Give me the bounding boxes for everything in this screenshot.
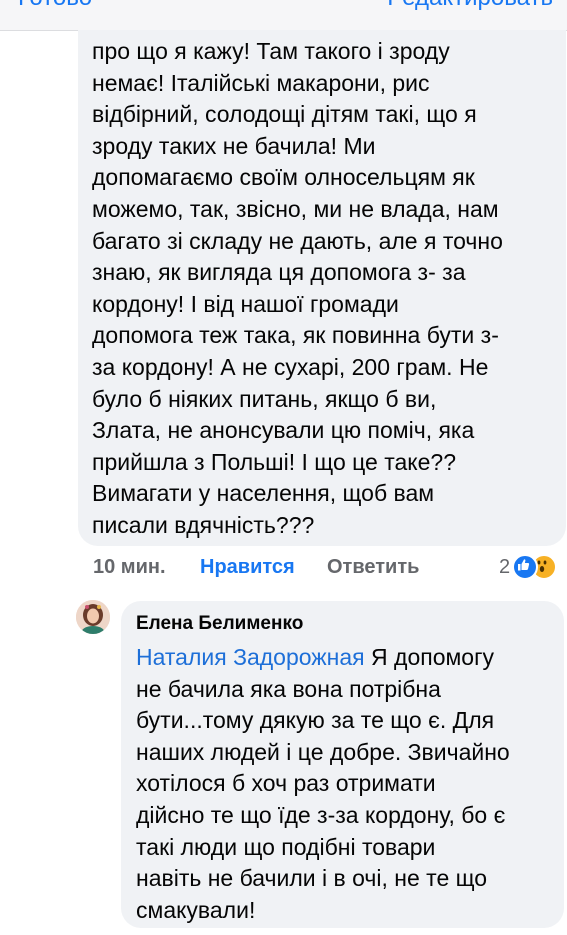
user-avatar[interactable] bbox=[76, 600, 110, 634]
mention-link[interactable]: Наталия Задорожная bbox=[136, 644, 365, 670]
comment-actions: 10 мин. Нравится Ответить 2 bbox=[0, 554, 567, 584]
reaction-count: 2 bbox=[499, 555, 511, 578]
reply-text: Наталия Задорожная Я допомогу не бачила … bbox=[136, 642, 554, 926]
top-navigation-bar: Готово Редактировать bbox=[0, 0, 567, 31]
reply-body: Я допомогу не бачила яка вона потрібна б… bbox=[136, 644, 510, 923]
comment-text: про що я кажу! Там такого і зроду немає!… bbox=[92, 38, 503, 538]
reply-button[interactable]: Ответить bbox=[327, 556, 419, 579]
comment-author[interactable]: Елена Белименко bbox=[136, 613, 303, 635]
comments-screen: Готово Редактировать про що я кажу! Там … bbox=[0, 0, 567, 935]
edit-button[interactable]: Редактировать bbox=[387, 0, 553, 12]
comment-timestamp[interactable]: 10 мин. bbox=[93, 556, 166, 579]
done-button[interactable]: Готово bbox=[18, 0, 92, 12]
like-icon bbox=[512, 554, 539, 580]
like-button[interactable]: Нравится bbox=[200, 556, 295, 579]
reactions-summary[interactable]: 2 bbox=[499, 554, 558, 580]
